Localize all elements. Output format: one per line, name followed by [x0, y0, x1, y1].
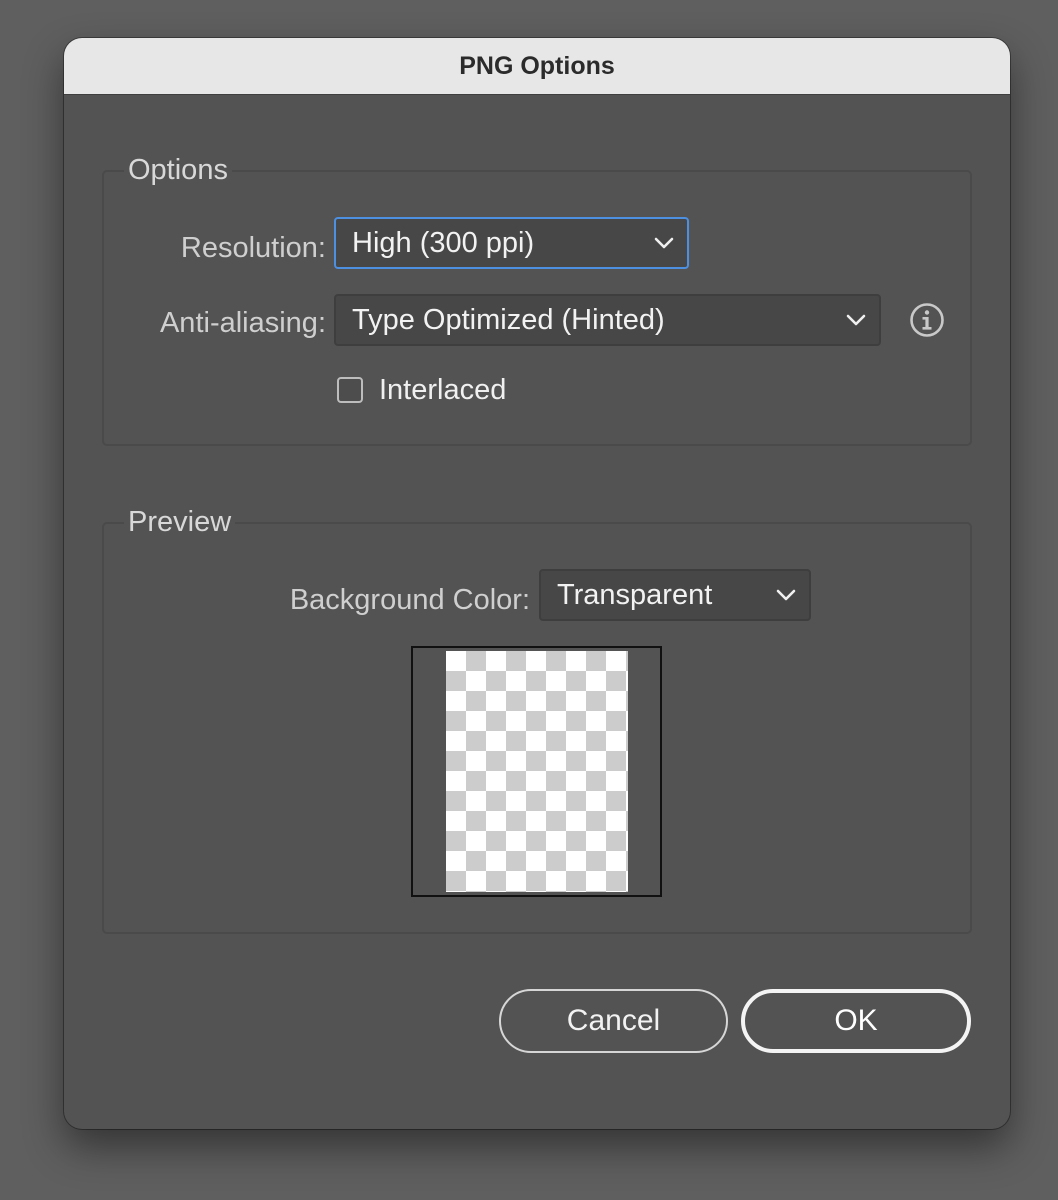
cancel-button[interactable]: Cancel	[499, 989, 728, 1053]
info-icon[interactable]	[909, 302, 945, 338]
interlaced-checkbox[interactable]	[337, 377, 363, 403]
background-color-select[interactable]: Transparent	[539, 569, 811, 621]
resolution-label: Resolution:	[180, 232, 326, 264]
resolution-value: High (300 ppi)	[352, 227, 535, 259]
chevron-down-icon	[846, 314, 866, 326]
chevron-down-icon	[776, 589, 796, 601]
dialog-title: PNG Options	[459, 51, 615, 80]
png-options-dialog: PNG Options Options Resolution: High (30…	[64, 38, 1010, 1129]
transparency-checkerboard	[446, 651, 628, 892]
ok-button[interactable]: OK	[741, 989, 971, 1053]
resolution-select[interactable]: High (300 ppi)	[334, 217, 689, 269]
background-color-label: Background Color:	[289, 584, 530, 616]
interlaced-label[interactable]: Interlaced	[379, 372, 506, 408]
preview-thumbnail	[411, 646, 662, 897]
anti-aliasing-value: Type Optimized (Hinted)	[352, 304, 665, 336]
preview-group-label: Preview	[124, 504, 236, 540]
chevron-down-icon	[654, 237, 674, 249]
options-group-label: Options	[124, 152, 232, 188]
title-bar[interactable]: PNG Options	[64, 38, 1010, 95]
background-color-value: Transparent	[557, 579, 713, 611]
anti-aliasing-label: Anti-aliasing:	[159, 307, 326, 339]
anti-aliasing-select[interactable]: Type Optimized (Hinted)	[334, 294, 881, 346]
